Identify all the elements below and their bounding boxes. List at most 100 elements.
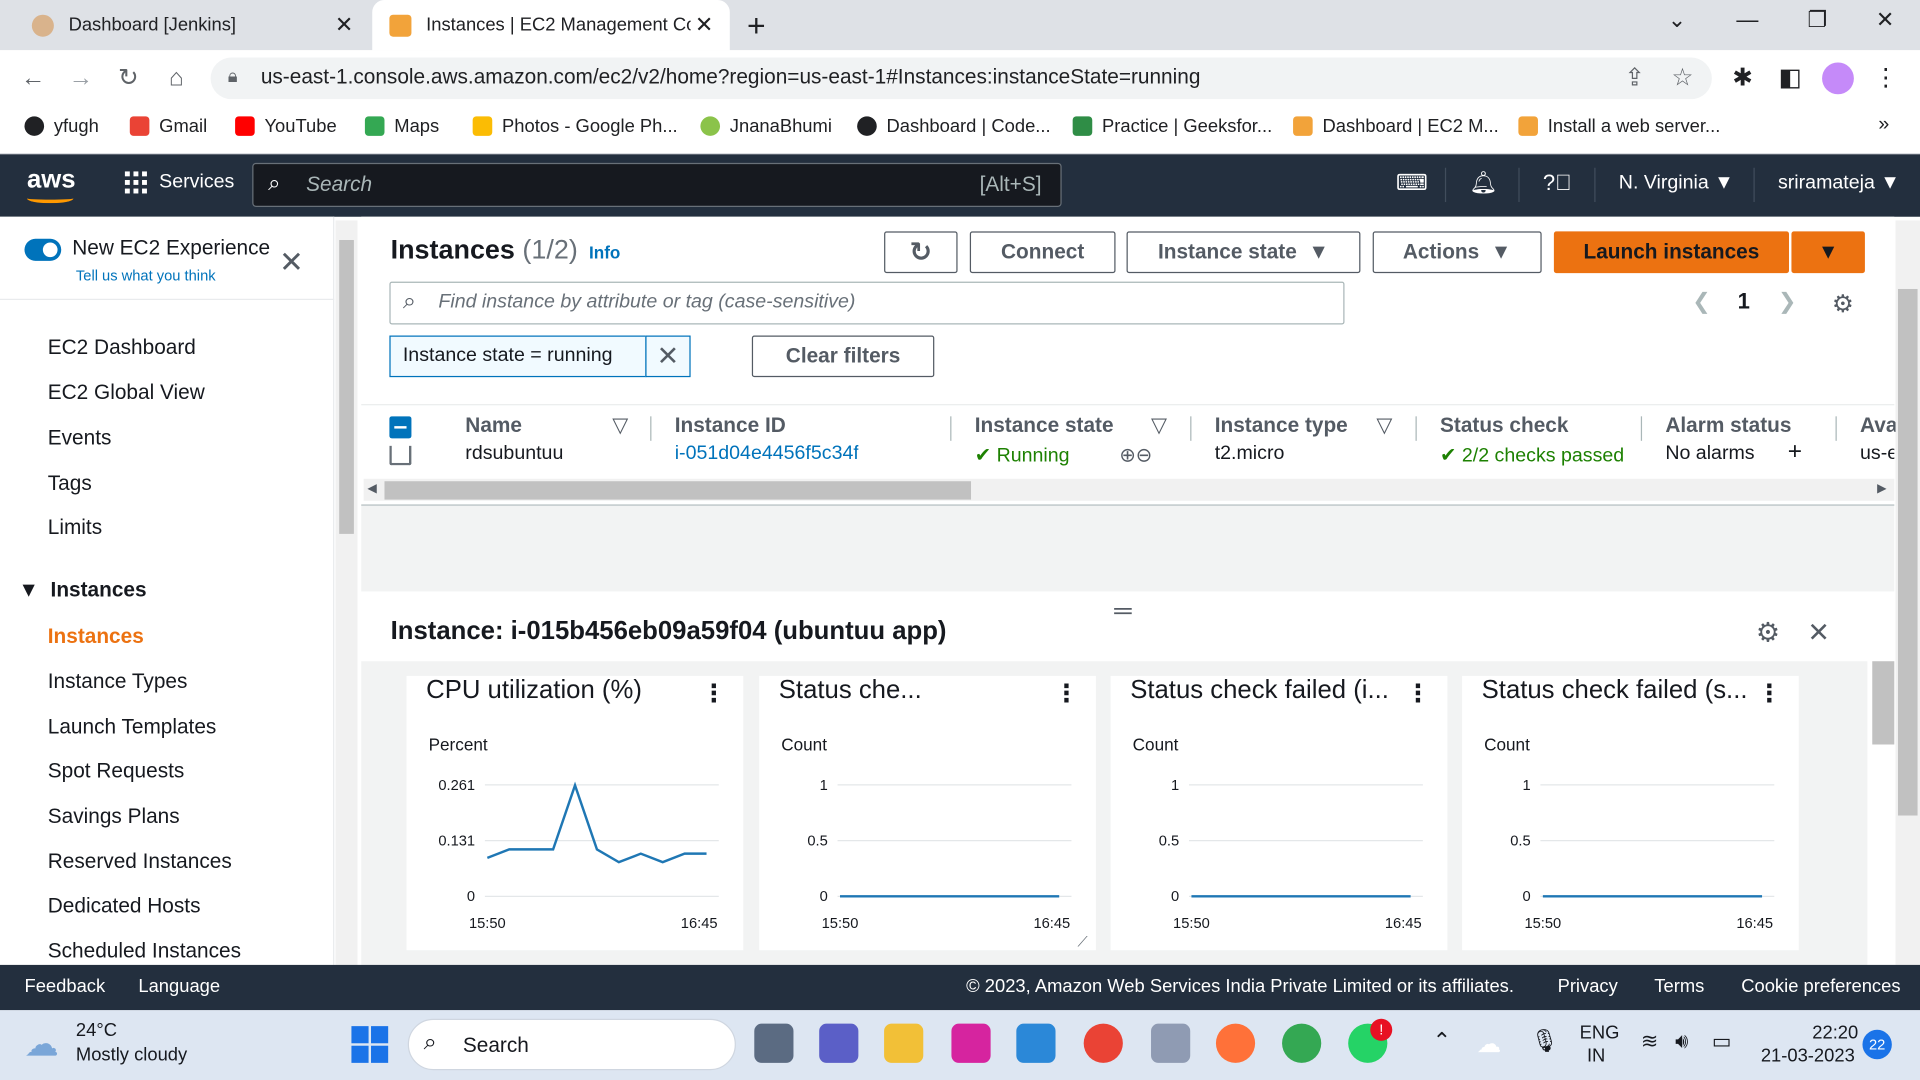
sidebar-scroll-thumb[interactable] — [339, 240, 354, 534]
forward-icon[interactable]: → — [62, 60, 99, 97]
search-input[interactable] — [252, 162, 1062, 207]
sidebar-item-tags[interactable]: Tags — [48, 471, 92, 495]
language-link[interactable]: Language — [138, 976, 220, 997]
url-text[interactable]: us-east-1.console.aws.amazon.com/ec2/v2/… — [261, 65, 1201, 89]
scroll-right-icon[interactable]: ▶ — [1877, 482, 1886, 495]
sidebar-item-scheduled-instances[interactable]: Scheduled Instances — [48, 939, 241, 963]
input-language[interactable]: ENG — [1580, 1022, 1620, 1043]
column-name[interactable]: Name — [465, 414, 522, 438]
clock-time[interactable]: 22:20 — [1812, 1022, 1858, 1043]
input-region[interactable]: IN — [1587, 1046, 1605, 1067]
page-number[interactable]: 1 — [1738, 289, 1750, 315]
show-hidden-icons-icon[interactable]: ⌃ — [1433, 1029, 1451, 1055]
windows-start-icon[interactable] — [351, 1026, 389, 1063]
privacy-link[interactable]: Privacy — [1558, 976, 1618, 997]
minimize-icon[interactable]: — — [1736, 7, 1758, 33]
sidebar-item-spot-requests[interactable]: Spot Requests — [48, 759, 185, 783]
instance-state-button[interactable]: Instance state ▼ — [1126, 231, 1361, 274]
bookmark-youtube[interactable]: YouTube — [235, 113, 337, 140]
volume-icon[interactable]: 🔊︎ — [1675, 1030, 1688, 1054]
cloudshell-icon[interactable]: ⌨ — [1396, 170, 1428, 196]
reload-icon[interactable]: ↻ — [110, 60, 147, 97]
launch-instances-button[interactable]: Launch instances — [1553, 231, 1789, 274]
column-instance-id[interactable]: Instance ID — [675, 414, 786, 438]
teams-icon[interactable] — [819, 1023, 859, 1063]
instagram-icon[interactable] — [951, 1023, 991, 1063]
side-panel-icon[interactable]: ◧ — [1772, 60, 1809, 97]
extensions-icon[interactable]: ✱ — [1724, 60, 1761, 97]
next-page-icon[interactable]: ❯ — [1778, 289, 1796, 315]
share-icon[interactable]: ⇪ — [1616, 60, 1653, 97]
new-experience-toggle[interactable] — [24, 238, 62, 261]
weather-cloud-icon[interactable]: ☁ — [24, 1024, 58, 1064]
sidebar-item-events[interactable]: Events — [48, 426, 112, 450]
column-instance-type[interactable]: Instance type — [1215, 414, 1348, 438]
sidebar-item-reserved-instances[interactable]: Reserved Instances — [48, 850, 232, 874]
sidebar-item-limits[interactable]: Limits — [48, 516, 102, 540]
new-tab-icon[interactable]: + — [747, 7, 766, 45]
bookmark-maps[interactable]: Maps — [364, 113, 439, 140]
sidebar-item-launch-templates[interactable]: Launch Templates — [48, 715, 217, 739]
wifi-icon[interactable]: ≋ — [1641, 1030, 1658, 1054]
chrome-icon[interactable] — [1083, 1023, 1123, 1063]
info-link[interactable]: Info — [589, 242, 620, 262]
filter-caret-icon[interactable]: ▽ — [1376, 414, 1392, 438]
prev-page-icon[interactable]: ❮ — [1692, 289, 1710, 315]
close-tab-icon[interactable]: ✕ — [691, 12, 718, 38]
row-checkbox[interactable] — [389, 445, 412, 466]
chrome-profile-icon[interactable] — [1282, 1023, 1322, 1063]
bookmark-star-icon[interactable]: ☆ — [1664, 60, 1701, 97]
back-icon[interactable]: ← — [15, 60, 52, 97]
close-window-icon[interactable]: ✕ — [1876, 7, 1894, 33]
notification-count[interactable]: 22 — [1862, 1029, 1892, 1060]
launch-dropdown-button[interactable]: ▼ — [1791, 231, 1865, 274]
help-icon[interactable]: ?⃝ — [1543, 170, 1572, 196]
firefox-icon[interactable] — [1215, 1023, 1256, 1063]
tab-jenkins[interactable]: Dashboard [Jenkins] ✕ — [15, 0, 370, 50]
cookie-preferences-link[interactable]: Cookie preferences — [1741, 976, 1900, 997]
clock-date[interactable]: 21-03-2023 — [1761, 1046, 1855, 1067]
filter-caret-icon[interactable]: ▽ — [1151, 414, 1167, 438]
column-status-check[interactable]: Status check — [1440, 414, 1568, 438]
maximize-icon[interactable]: ❐ — [1807, 7, 1827, 33]
bookmark-ec2[interactable]: Dashboard | EC2 M... — [1293, 113, 1499, 140]
page-scroll-thumb[interactable] — [1897, 288, 1918, 816]
actions-button[interactable]: Actions ▼ — [1372, 231, 1542, 274]
bookmark-jnanabhumi[interactable]: JnanaBhumi — [700, 113, 832, 140]
notepad-icon[interactable] — [1151, 1023, 1191, 1063]
add-alarm-icon[interactable]: + — [1788, 438, 1802, 461]
onedrive-cloud-icon[interactable]: ☁ — [1477, 1029, 1501, 1060]
bookmark-gmail[interactable]: Gmail — [129, 113, 207, 140]
sidebar-section-instances[interactable]: ▼ Instances — [18, 578, 146, 602]
region-selector[interactable]: N. Virginia ▼ — [1619, 173, 1734, 195]
close-tab-icon[interactable]: ✕ — [331, 12, 358, 38]
select-all-checkbox[interactable] — [389, 416, 412, 439]
notifications-bell-icon[interactable]: 🔔︎ — [1469, 170, 1497, 196]
terms-link[interactable]: Terms — [1654, 976, 1704, 997]
bookmark-photos[interactable]: Photos - Google Ph... — [472, 113, 678, 140]
bookmark-geeksforgeeks[interactable]: Practice | Geeksfor... — [1072, 113, 1272, 140]
settings-gear-icon[interactable]: ⚙ — [1832, 289, 1854, 320]
column-alarm-status[interactable]: Alarm status — [1665, 414, 1791, 438]
aws-logo[interactable]: aws — [27, 165, 76, 194]
close-sidebar-icon[interactable]: ✕ — [279, 245, 304, 281]
filter-token[interactable]: Instance state = running — [389, 335, 647, 378]
table-scroll-thumb[interactable] — [384, 481, 972, 500]
panel-scroll-thumb[interactable] — [1872, 661, 1895, 745]
home-icon[interactable]: ⌂ — [158, 60, 195, 97]
bookmark-code[interactable]: Dashboard | Code... — [857, 113, 1051, 140]
weather-desc[interactable]: Mostly cloudy — [76, 1044, 187, 1065]
weather-temp[interactable]: 24°C — [76, 1020, 117, 1041]
sidebar-item-savings-plans[interactable]: Savings Plans — [48, 804, 180, 828]
tab-ec2[interactable]: Instances | EC2 Management Cor ✕ — [372, 0, 730, 51]
feedback-link[interactable]: Feedback — [24, 976, 105, 997]
settings-gear-icon[interactable]: ⚙ — [1756, 617, 1780, 649]
instance-id-link[interactable]: i-051d04e4456f5c34f — [675, 443, 859, 466]
bookmark-yfugh[interactable]: yfugh — [24, 113, 99, 140]
clear-filters-button[interactable]: Clear filters — [751, 335, 935, 378]
remote-desktop-icon[interactable] — [1016, 1023, 1056, 1063]
sidebar-item-ec2-dashboard[interactable]: EC2 Dashboard — [48, 336, 196, 360]
sidebar-item-instance-types[interactable]: Instance Types — [48, 670, 188, 694]
tell-us-link[interactable]: Tell us what you think — [76, 267, 216, 284]
file-explorer-icon[interactable] — [884, 1023, 924, 1063]
